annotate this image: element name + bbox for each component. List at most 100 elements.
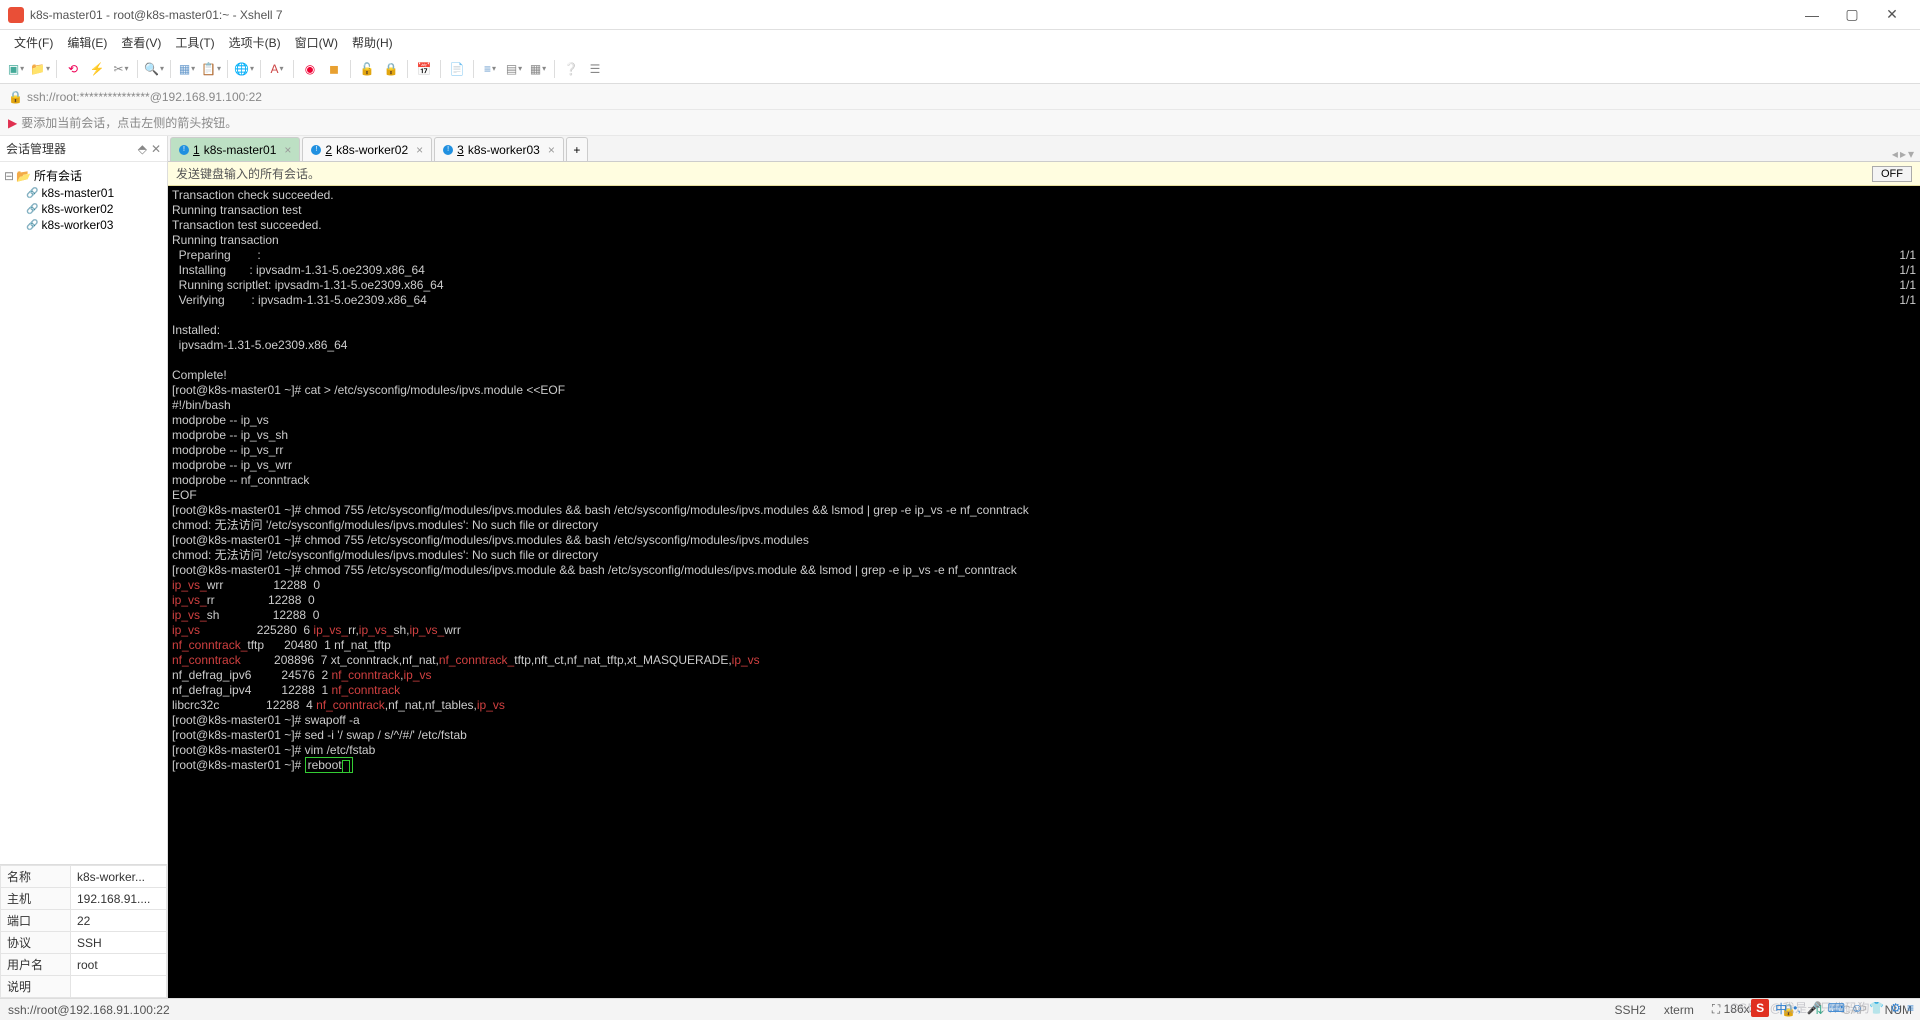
- ime-face-icon[interactable]: ☺: [1851, 1001, 1863, 1015]
- separator: [293, 60, 294, 78]
- disconnect-icon[interactable]: ⚡: [87, 59, 107, 79]
- ime-mic-icon[interactable]: 🎤: [1807, 1001, 1822, 1015]
- reconnect-icon[interactable]: ⟲: [63, 59, 83, 79]
- font-icon[interactable]: A: [267, 59, 287, 79]
- lock-icon: 🔒: [8, 90, 23, 104]
- open-icon[interactable]: 📁: [30, 59, 50, 79]
- menu-help[interactable]: 帮助(H): [346, 32, 399, 53]
- separator: [227, 60, 228, 78]
- menu-tabs[interactable]: 选项卡(B): [223, 32, 287, 53]
- tree-root-label: 所有会话: [34, 167, 82, 184]
- tree-item[interactable]: 🔗k8s-worker02: [2, 201, 165, 217]
- new-session-icon[interactable]: ▣: [6, 59, 26, 79]
- broadcast-bar: 发送键盘输入的所有会话。 OFF: [168, 162, 1920, 186]
- menu-tools[interactable]: 工具(T): [169, 32, 220, 53]
- web-icon[interactable]: 🌐: [234, 59, 254, 79]
- pin-icon[interactable]: ⬘: [138, 142, 147, 156]
- script-icon[interactable]: 📄: [447, 59, 467, 79]
- paste-icon[interactable]: 📋: [201, 59, 221, 79]
- status-bar: ssh://root@192.168.91.100:22 SSH2 xterm …: [0, 998, 1920, 1020]
- copy-icon[interactable]: ▦: [177, 59, 197, 79]
- toolbar: ▣ 📁 ⟲ ⚡ ✂ 🔍 ▦ 📋 🌐 A ◉ ◼ 🔓 🔒 📅 📄 ≡ ▤ ▦ ❔ …: [0, 54, 1920, 84]
- status-conn: ssh://root@192.168.91.100:22: [8, 1003, 170, 1017]
- prop-row: 主机192.168.91....: [1, 888, 167, 910]
- tab-worker03[interactable]: ! 3 k8s-worker03 ×: [434, 137, 564, 161]
- tree-item-label: k8s-worker03: [41, 218, 113, 232]
- ime-menu-icon[interactable]: ≡: [1907, 1001, 1914, 1015]
- tab-close-icon[interactable]: ×: [284, 143, 291, 157]
- menu-window[interactable]: 窗口(W): [289, 32, 344, 53]
- separator: [260, 60, 261, 78]
- separator: [56, 60, 57, 78]
- tree-item[interactable]: 🔗k8s-worker03: [2, 217, 165, 233]
- ime-bar[interactable]: S 中 •, 🎤 ⌨ ☺ 👕 ⚙ ≡: [1751, 999, 1914, 1017]
- terminal[interactable]: Transaction check succeeded. Running tra…: [168, 186, 1920, 998]
- separator: [170, 60, 171, 78]
- tab-label: k8s-worker02: [336, 143, 408, 157]
- session-tree: ⊟📂 所有会话 🔗k8s-master01 🔗k8s-worker02 🔗k8s…: [0, 162, 167, 237]
- tab-label: k8s-master01: [204, 143, 277, 157]
- menu-view[interactable]: 查看(V): [115, 32, 167, 53]
- separator: [554, 60, 555, 78]
- layout-icon[interactable]: ▤: [504, 59, 524, 79]
- ime-skin-icon[interactable]: 👕: [1869, 1001, 1884, 1015]
- close-button[interactable]: ✕: [1872, 6, 1912, 23]
- tab-master01[interactable]: ! 1 k8s-master01 ×: [170, 137, 300, 161]
- flag-icon: ▶: [8, 116, 17, 130]
- broadcast-toggle[interactable]: OFF: [1872, 166, 1912, 182]
- menu-file[interactable]: 文件(F): [8, 32, 59, 53]
- tree-item-label: k8s-master01: [41, 186, 114, 200]
- status-ssh: SSH2: [1614, 1003, 1645, 1017]
- cal-icon[interactable]: 📅: [414, 59, 434, 79]
- key-icon[interactable]: 🔒: [381, 59, 401, 79]
- session-manager-panel: 会话管理器 ⬘ ✕ ⊟📂 所有会话 🔗k8s-master01 🔗k8s-wor…: [0, 136, 168, 998]
- hint-bar: ▶ 要添加当前会话，点击左侧的箭头按钮。: [0, 110, 1920, 136]
- prop-row: 协议SSH: [1, 932, 167, 954]
- cursor: [342, 760, 350, 773]
- find-icon[interactable]: 🔍: [144, 59, 164, 79]
- tab-label: k8s-worker03: [468, 143, 540, 157]
- hint-text: 要添加当前会话，点击左侧的箭头按钮。: [21, 114, 237, 131]
- close-panel-icon[interactable]: ✕: [151, 142, 161, 156]
- lock-icon[interactable]: 🔓: [357, 59, 377, 79]
- encoding-icon[interactable]: ≡: [480, 59, 500, 79]
- help-icon[interactable]: ❔: [561, 59, 581, 79]
- status-term: xterm: [1664, 1003, 1694, 1017]
- address-bar[interactable]: 🔒 ssh://root:***************@192.168.91.…: [0, 84, 1920, 110]
- tab-add-button[interactable]: +: [566, 137, 588, 161]
- menu-edit[interactable]: 编辑(E): [61, 32, 113, 53]
- status-dot-icon: !: [443, 145, 453, 155]
- tree-item-label: k8s-worker02: [41, 202, 113, 216]
- separator: [350, 60, 351, 78]
- prop-row: 名称k8s-worker...: [1, 866, 167, 888]
- record-icon[interactable]: ◉: [300, 59, 320, 79]
- tab-nav[interactable]: ◂▸▾: [1886, 147, 1920, 161]
- ime-pad-icon[interactable]: ⌨: [1828, 1001, 1845, 1015]
- separator: [473, 60, 474, 78]
- menu-bar: 文件(F) 编辑(E) 查看(V) 工具(T) 选项卡(B) 窗口(W) 帮助(…: [0, 30, 1920, 54]
- tab-close-icon[interactable]: ×: [548, 143, 555, 157]
- tree-item[interactable]: 🔗k8s-master01: [2, 185, 165, 201]
- layout2-icon[interactable]: ▦: [528, 59, 548, 79]
- minimize-button[interactable]: —: [1792, 7, 1832, 23]
- ime-punct[interactable]: •,: [1793, 1001, 1801, 1015]
- transfer-icon[interactable]: ✂: [111, 59, 131, 79]
- properties-panel: 名称k8s-worker... 主机192.168.91.... 端口22 协议…: [0, 864, 167, 998]
- title-bar: k8s-master01 - root@k8s-master01:~ - Xsh…: [0, 0, 1920, 30]
- tab-bar: ! 1 k8s-master01 × ! 2 k8s-worker02 × ! …: [168, 136, 1920, 162]
- prop-row: 用户名root: [1, 954, 167, 976]
- tab-worker02[interactable]: ! 2 k8s-worker02 ×: [302, 137, 432, 161]
- separator: [137, 60, 138, 78]
- tab-close-icon[interactable]: ×: [416, 143, 423, 157]
- ime-lang[interactable]: 中: [1775, 1000, 1787, 1017]
- maximize-button[interactable]: ▢: [1832, 6, 1872, 23]
- app-icon: [8, 7, 24, 23]
- ime-set-icon[interactable]: ⚙: [1890, 1001, 1901, 1015]
- window-title: k8s-master01 - root@k8s-master01:~ - Xsh…: [30, 8, 1792, 22]
- separator: [440, 60, 441, 78]
- about-icon[interactable]: ☰: [585, 59, 605, 79]
- stop-icon[interactable]: ◼: [324, 59, 344, 79]
- address-text: ssh://root:***************@192.168.91.10…: [27, 90, 262, 104]
- sidebar-title: 会话管理器: [6, 140, 66, 157]
- tree-root[interactable]: ⊟📂 所有会话: [2, 166, 165, 185]
